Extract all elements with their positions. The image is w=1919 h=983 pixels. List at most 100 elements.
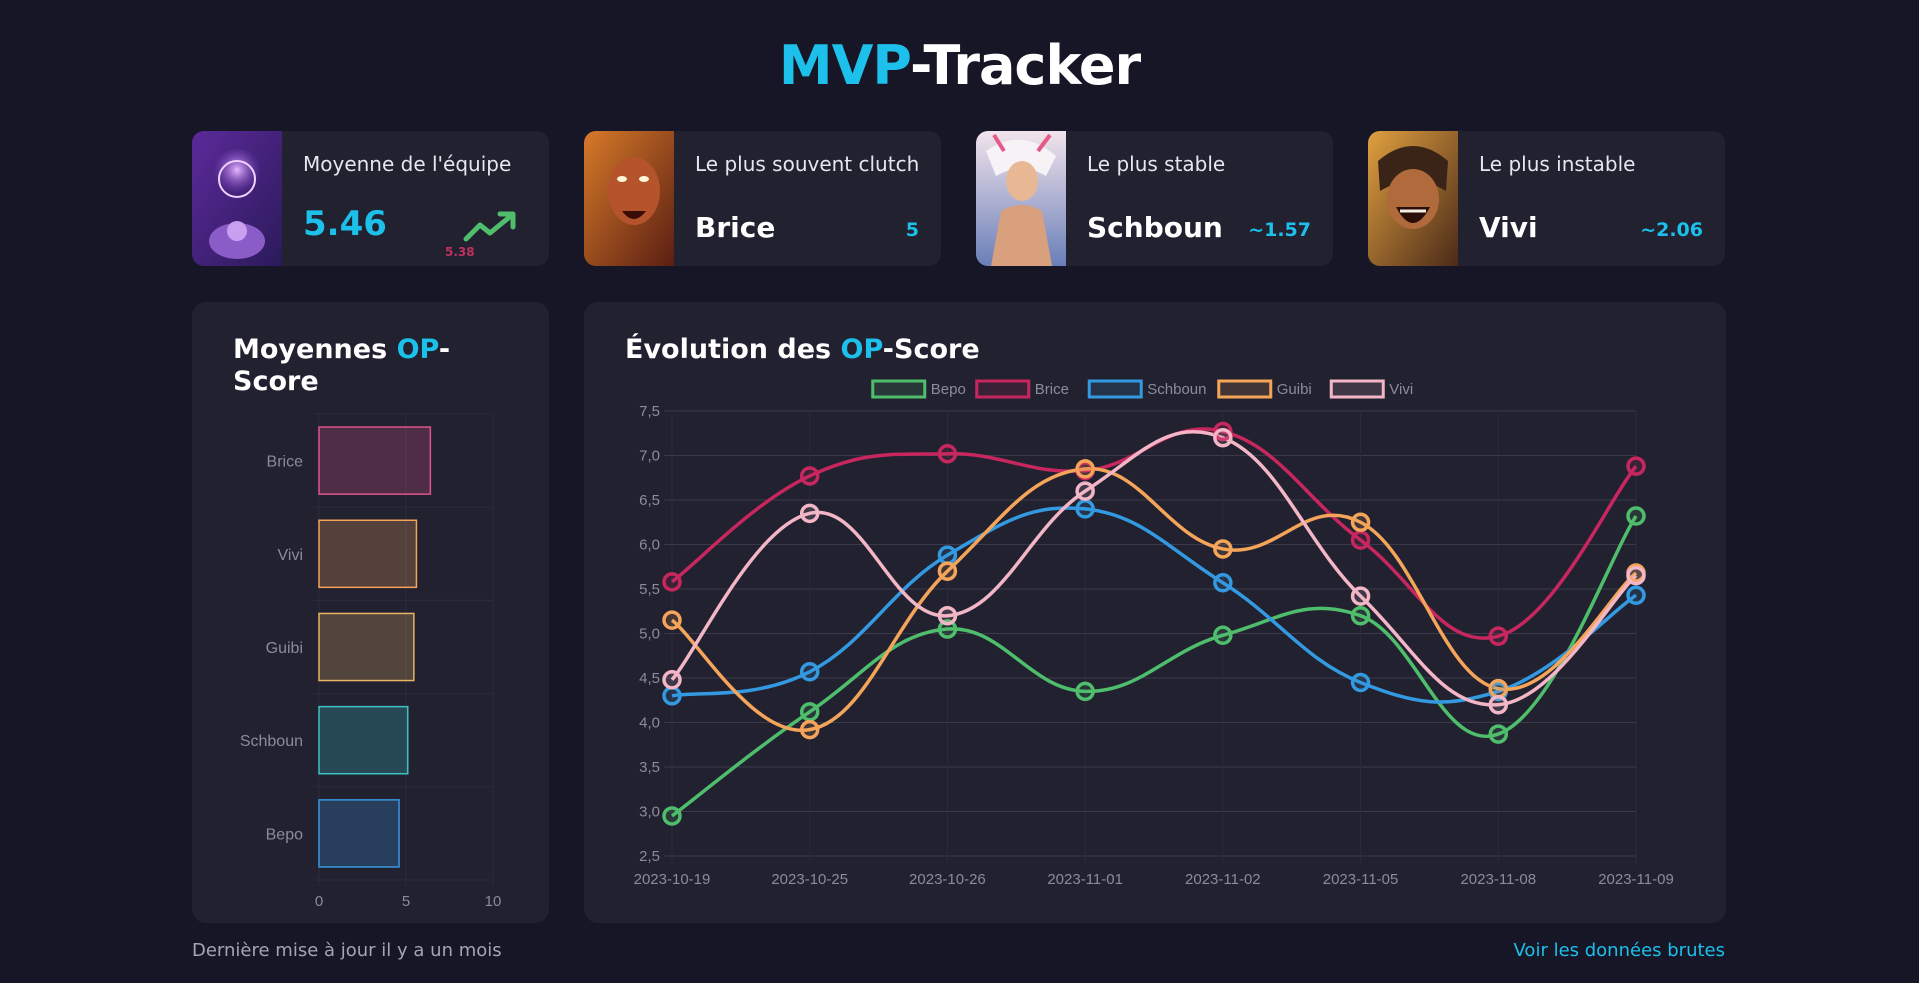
data-point xyxy=(1075,681,1095,702)
x-tick-label: 2023-10-25 xyxy=(771,871,848,888)
y-tick-label: 3,0 xyxy=(639,804,660,821)
most-stable-card: Le plus stable Schboun ~1.57 xyxy=(976,131,1333,266)
x-tick-label: 2023-11-09 xyxy=(1598,871,1674,888)
data-point xyxy=(1488,724,1509,744)
bar xyxy=(318,519,418,589)
y-tick-label: 4,0 xyxy=(639,715,660,732)
legend-label: Vivi xyxy=(1389,381,1413,398)
most-clutch-card: Le plus souvent clutch Brice 5 xyxy=(584,131,941,266)
legend-label: Guibi xyxy=(1277,381,1312,398)
score-evolution-line-chart: 2,5 3,0 3,5 4,0 4,5 5,0 5,5 6,0 6,5 7,0 7,5 2023-10… xyxy=(634,379,1674,888)
data-point xyxy=(1626,585,1646,605)
y-tick-label: 7,0 xyxy=(639,448,660,465)
bar-chart-title: Moyennes OP- Score xyxy=(233,334,451,397)
score-evolution-panel: 2,5 3,0 3,5 4,0 4,5 5,0 5,5 6,0 6,5 7,0 7,5 2023-10… xyxy=(584,302,1726,923)
data-point xyxy=(1213,625,1233,646)
trending-up-icon xyxy=(463,211,516,242)
x-tick-label: 10 xyxy=(485,893,502,910)
data-point xyxy=(1075,481,1095,501)
player-name: Schboun xyxy=(1087,211,1223,244)
data-point xyxy=(799,719,820,740)
last-update-text: Dernière mise à jour il y a un mois xyxy=(192,940,502,961)
y-tick-label: 6,0 xyxy=(639,537,660,554)
most-unstable-card: Le plus instable Vivi ~2.06 xyxy=(1368,131,1725,266)
team-average-value: 5.46 xyxy=(303,204,387,244)
y-tick-label: Vivi xyxy=(278,547,304,564)
data-point xyxy=(937,605,958,626)
x-tick-label: 2023-11-02 xyxy=(1185,871,1261,888)
previous-average-value: 5.38 xyxy=(445,245,475,259)
data-point xyxy=(662,670,682,690)
x-tick-label: 2023-11-01 xyxy=(1047,871,1123,888)
data-point xyxy=(662,686,682,706)
legend-swatch xyxy=(975,379,1031,399)
data-point xyxy=(1213,539,1233,559)
data-point xyxy=(799,466,820,486)
clutch-count: 5 xyxy=(905,219,919,241)
x-tick-label: 0 xyxy=(315,893,323,910)
bar xyxy=(318,799,400,868)
x-tick-label: 2023-11-05 xyxy=(1323,871,1399,888)
y-tick-label: Bepo xyxy=(266,826,303,843)
y-tick-label: 5,5 xyxy=(639,581,660,598)
data-point xyxy=(1350,605,1371,626)
vivi-avatar xyxy=(1368,131,1458,266)
data-point xyxy=(1626,565,1646,586)
y-tick-label: 5,0 xyxy=(639,626,660,643)
x-tick-label: 2023-10-26 xyxy=(909,871,986,888)
y-tick-label: 3,5 xyxy=(639,759,660,776)
player-name: Brice xyxy=(695,211,776,244)
data-point xyxy=(1075,499,1095,519)
data-point xyxy=(1213,427,1233,448)
line-chart-title: Évolution des OP-Score xyxy=(625,334,980,365)
card-label: Le plus stable xyxy=(1087,152,1226,176)
brice-avatar xyxy=(584,131,674,266)
data-point xyxy=(1350,512,1371,532)
legend-label: Brice xyxy=(1035,381,1069,398)
schboun-avatar xyxy=(976,131,1066,266)
player-name: Vivi xyxy=(1479,211,1538,244)
x-tick-label: 5 xyxy=(402,893,410,910)
data-point xyxy=(1488,626,1509,646)
data-point xyxy=(662,572,682,592)
y-tick-label: 6,5 xyxy=(639,492,660,509)
x-tick-label: 2023-10-19 xyxy=(634,871,711,888)
data-point xyxy=(799,503,820,524)
y-tick-label: Brice xyxy=(267,454,304,471)
legend-swatch xyxy=(1087,379,1143,399)
x-tick-label: 2023-11-08 xyxy=(1460,871,1536,888)
data-point xyxy=(937,443,958,464)
data-point xyxy=(1626,506,1646,526)
y-tick-label: 7,5 xyxy=(639,403,660,420)
bar xyxy=(318,705,409,775)
data-point xyxy=(799,702,820,722)
card-label: Moyenne de l'équipe xyxy=(303,152,512,176)
data-point xyxy=(1350,672,1371,693)
data-point xyxy=(937,561,958,581)
team-avatar xyxy=(192,131,282,266)
data-point xyxy=(662,806,682,826)
stability-value: ~1.57 xyxy=(1248,219,1311,241)
data-point xyxy=(1626,456,1646,476)
data-point xyxy=(937,545,958,565)
bar xyxy=(318,426,432,495)
average-score-panel: 0 5 10 Brice Vivi Guibi Schboun Bepo Moyennes O… xyxy=(192,302,549,923)
page-title: MVP-Tracker xyxy=(778,34,1141,97)
team-average-card: Moyenne de l'équipe 5.46 5.38 xyxy=(192,131,549,266)
card-label: Le plus instable xyxy=(1479,152,1636,176)
data-point xyxy=(1488,694,1509,715)
y-tick-label: 2,5 xyxy=(639,848,660,865)
card-label: Le plus souvent clutch xyxy=(695,152,920,176)
data-point xyxy=(1488,678,1509,699)
legend-label: Bepo xyxy=(931,381,966,398)
data-point xyxy=(662,610,682,630)
legend-swatch xyxy=(871,379,927,399)
raw-data-link[interactable]: Voir les données brutes xyxy=(1514,940,1725,962)
y-tick-label: 4,5 xyxy=(639,670,660,687)
data-point xyxy=(1075,459,1095,479)
y-tick-label: Guibi xyxy=(266,640,303,657)
bar xyxy=(318,612,415,682)
data-point xyxy=(1213,573,1233,593)
data-point xyxy=(799,662,820,682)
data-point xyxy=(1350,530,1371,550)
